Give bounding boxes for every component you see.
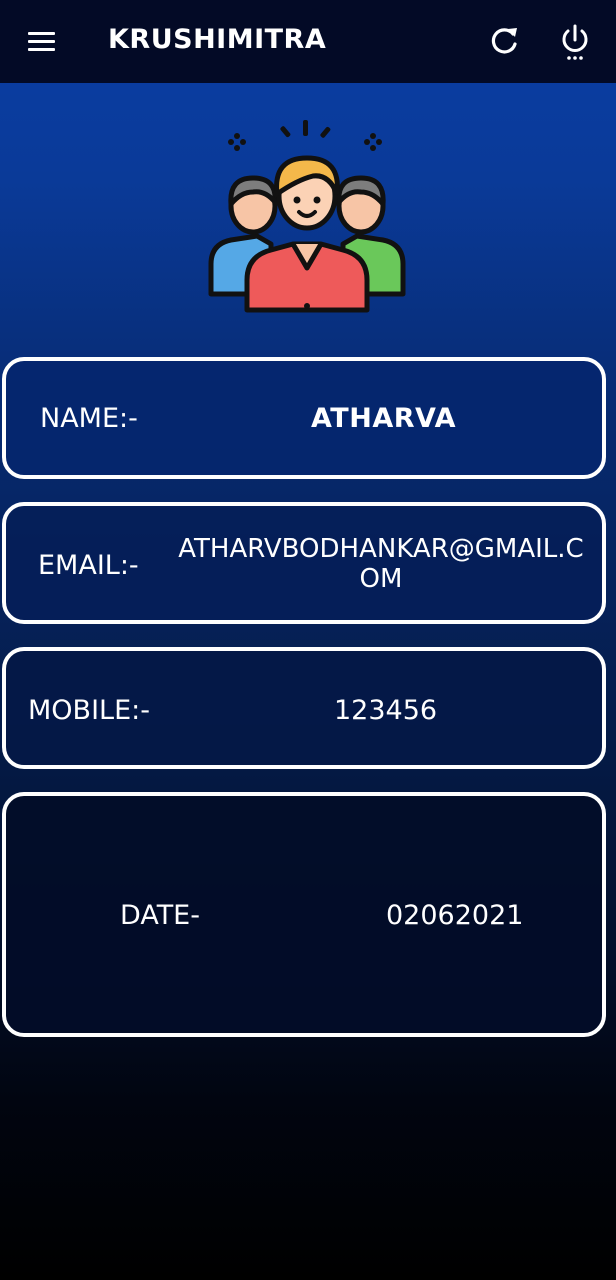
name-card: NAME:- ATHARVA xyxy=(2,357,606,479)
menu-button[interactable] xyxy=(22,22,62,62)
email-label: EMAIL:- xyxy=(38,550,139,581)
mobile-label: MOBILE:- xyxy=(28,695,150,726)
refresh-icon xyxy=(491,28,517,54)
app-title: KRUSHIMITRA xyxy=(108,24,327,55)
name-label: NAME:- xyxy=(40,403,138,434)
app-bar: KRUSHIMITRA xyxy=(0,0,616,83)
name-value: ATHARVA xyxy=(311,403,456,434)
app-screen: KRUSHIMITRA NAME:- ATHARVA EMAIL:- ATHAR… xyxy=(0,0,616,1280)
date-value: 02062021 xyxy=(386,900,524,931)
user-group-icon xyxy=(208,120,406,313)
power-icon xyxy=(562,24,588,60)
mobile-value: 123456 xyxy=(334,695,438,726)
email-card: EMAIL:- ATHARVBODHANKAR@GMAIL.COM xyxy=(2,502,606,624)
date-label: DATE- xyxy=(120,900,200,931)
power-button[interactable] xyxy=(556,20,594,64)
mobile-card: MOBILE:- 123456 xyxy=(2,647,606,769)
profile-avatar xyxy=(205,116,409,316)
refresh-button[interactable] xyxy=(486,22,522,60)
date-card: DATE- 02062021 xyxy=(2,792,606,1037)
email-value: ATHARVBODHANKAR@GMAIL.COM xyxy=(178,534,584,594)
